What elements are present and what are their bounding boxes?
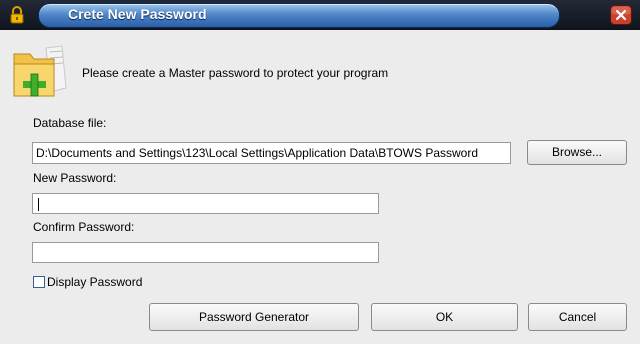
display-password-label[interactable]: Display Password xyxy=(47,275,142,289)
text-caret xyxy=(38,198,39,211)
create-password-dialog: Crete New Password Please create a Maste… xyxy=(0,0,640,344)
lock-icon xyxy=(10,6,24,24)
folder-add-icon xyxy=(13,45,67,97)
new-password-label: New Password: xyxy=(33,171,117,185)
title-bar[interactable]: Crete New Password xyxy=(0,0,640,30)
database-file-label: Database file: xyxy=(33,116,107,130)
close-icon[interactable] xyxy=(610,5,632,25)
display-password-checkbox[interactable] xyxy=(33,276,45,288)
new-password-field[interactable] xyxy=(32,193,379,214)
ok-button[interactable]: OK xyxy=(371,303,518,331)
confirm-password-label: Confirm Password: xyxy=(33,220,135,234)
browse-button[interactable]: Browse... xyxy=(527,140,627,165)
confirm-password-field[interactable] xyxy=(32,242,379,263)
password-generator-button[interactable]: Password Generator xyxy=(149,303,359,331)
database-file-field[interactable]: D:\Documents and Settings\123\Local Sett… xyxy=(32,142,511,164)
cancel-button[interactable]: Cancel xyxy=(528,303,627,331)
window-title: Crete New Password xyxy=(68,6,207,22)
intro-text: Please create a Master password to prote… xyxy=(82,66,389,80)
